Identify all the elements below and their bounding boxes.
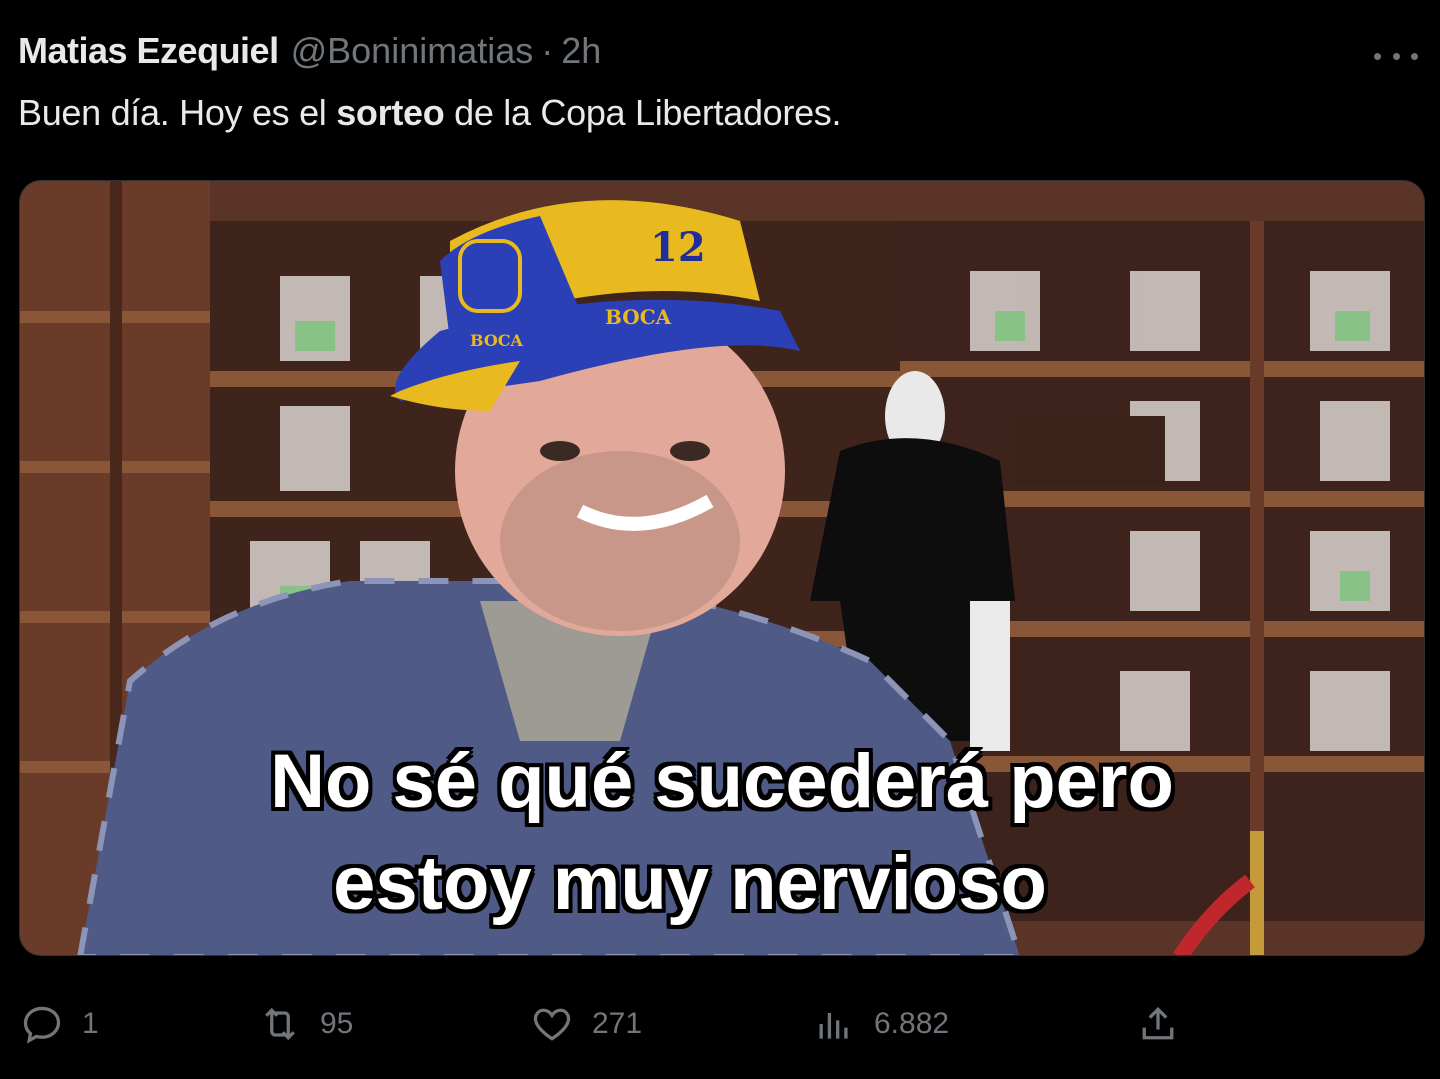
more-dot	[1374, 52, 1381, 60]
like-count: 271	[592, 1007, 643, 1040]
retweet-button[interactable]: 95	[258, 996, 353, 1052]
hat-text: BOCA	[605, 305, 672, 329]
reply-count: 1	[82, 1007, 99, 1040]
more-dot	[1411, 52, 1418, 60]
share-button[interactable]	[1136, 996, 1180, 1052]
tweet-text: Buen día. Hoy es el sorteo de la Copa Li…	[18, 92, 842, 134]
tweet-media-image[interactable]: 12 BOCA BOCA No sé qué sucederá pero est…	[19, 180, 1425, 956]
tweet-text-bold: sorteo	[336, 92, 445, 133]
views-count: 6.882	[874, 1007, 950, 1040]
share-icon	[1142, 1006, 1174, 1040]
tweet[interactable]: Matias Ezequiel @Boninimatias · 2h Buen …	[0, 0, 1440, 1079]
author-handle[interactable]: @Boninimatias	[291, 30, 534, 72]
heart-icon	[533, 1008, 571, 1041]
separator-dot: ·	[541, 30, 554, 71]
views-button[interactable]: 6.882	[812, 996, 949, 1052]
more-dot	[1392, 52, 1400, 60]
reply-icon	[23, 1006, 61, 1044]
tweet-text-start: Buen día. Hoy es el	[18, 92, 337, 133]
reply-button[interactable]: 1	[20, 996, 99, 1052]
author-name[interactable]: Matias Ezequiel	[18, 30, 279, 72]
meme-caption-line-2: estoy muy nervioso	[333, 841, 1047, 926]
hat-brim-text: BOCA	[470, 331, 523, 350]
tweet-header: Matias Ezequiel @Boninimatias · 2h	[18, 30, 601, 78]
more-options-icon[interactable]	[1374, 38, 1418, 74]
like-button[interactable]: 271	[530, 996, 642, 1052]
analytics-icon	[819, 1013, 848, 1039]
meme-caption-line-1: No sé qué sucederá pero	[270, 739, 1174, 824]
hat-number: 12	[650, 224, 706, 271]
retweet-count: 95	[320, 1007, 354, 1040]
tweet-actions: 1 95 271 6.882	[0, 996, 1440, 1052]
tweet-text-end: de la Copa Libertadores.	[444, 92, 842, 133]
timestamp[interactable]: 2h	[561, 30, 601, 72]
retweet-icon	[265, 1007, 295, 1041]
meme-illustration: 12 BOCA BOCA	[20, 181, 1424, 955]
